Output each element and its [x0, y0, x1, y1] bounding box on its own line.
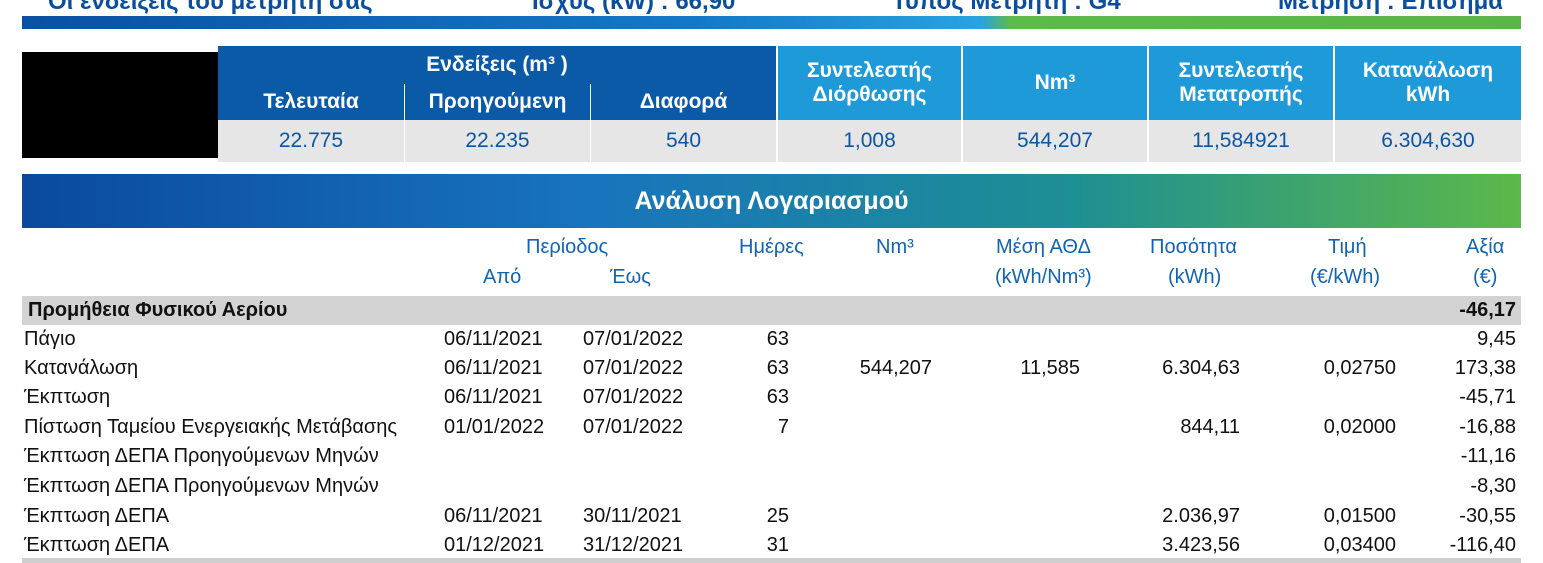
cell-value: -30,55 — [1459, 505, 1516, 527]
cell-from: 06/11/2021 — [444, 357, 543, 379]
val-correction: 1,008 — [778, 120, 961, 162]
val-nm3: 544,207 — [963, 120, 1147, 162]
cell-desc: Έκπτωση — [24, 386, 111, 408]
header-price-unit: (€/kWh) — [1310, 266, 1380, 288]
readings-label: Οι ενδείξεις του μετρητή σας — [48, 0, 373, 15]
cell-from: 06/11/2021 — [444, 386, 543, 408]
header-nm3: Nm³ — [876, 236, 914, 258]
cell-days: 7 — [777, 416, 789, 438]
cell-value: -16,88 — [1459, 416, 1516, 438]
cell-desc: Έκπτωση ΔΕΠΑ — [24, 505, 170, 527]
table-bottom-bar — [22, 558, 1521, 563]
cell-desc: Έκπτωση ΔΕΠΑ — [24, 534, 170, 556]
meter-info-line: Οι ενδείξεις του μετρητή σας Ισχύς (kW) … — [0, 0, 1543, 16]
col-correction-header: Συντελεστής Διόρθωσης — [778, 46, 961, 120]
val-last: 22.775 — [218, 120, 404, 162]
cell-to: 07/01/2022 — [583, 357, 684, 379]
cell-qty: 6.304,63 — [1162, 357, 1240, 379]
header-quantity: Ποσότητα — [1150, 236, 1237, 258]
cell-days: 63 — [766, 328, 789, 350]
header-from: Από — [483, 266, 522, 288]
col-last-header: Τελευταία — [218, 84, 404, 120]
cell-from: 01/12/2021 — [444, 534, 545, 556]
cell-price: 0,01500 — [1323, 505, 1396, 527]
cell-value: -45,71 — [1459, 386, 1516, 408]
header-avg-gcv: Μέση ΑΘΔ — [996, 236, 1091, 258]
cell-gcv: 11,585 — [1020, 357, 1080, 379]
header-quantity-unit: (kWh) — [1168, 266, 1222, 288]
cell-qty: 844,11 — [1180, 416, 1240, 438]
cell-to: 07/01/2022 — [583, 328, 684, 350]
cell-qty: 3.423,56 — [1162, 534, 1240, 556]
cell-value: -116,40 — [1449, 534, 1516, 556]
cell-desc: Έκπτωση ΔΕΠΑ Προηγούμενων Μηνών — [24, 445, 379, 467]
header-to: Έως — [610, 266, 651, 288]
cell-qty: 2.036,97 — [1162, 505, 1240, 527]
cell-value: -8,30 — [1470, 475, 1516, 497]
cell-to: 07/01/2022 — [583, 386, 684, 408]
col-conversion-header: Συντελεστής Μετατροπής — [1149, 46, 1333, 120]
val-consumption: 6.304,630 — [1335, 120, 1521, 162]
cell-desc: Έκπτωση ΔΕΠΑ Προηγούμενων Μηνών — [24, 475, 379, 497]
cell-to: 31/12/2021 — [583, 534, 684, 556]
measurement-label: Μέτρηση : Επίσημα — [1278, 0, 1504, 15]
power-label: Ισχύς (kW) : 66,90 — [532, 0, 736, 15]
cell-desc: Κατανάλωση — [24, 357, 139, 379]
cell-nm3: 544,207 — [859, 357, 932, 379]
cell-days: 63 — [766, 386, 789, 408]
cell-value: -11,16 — [1460, 445, 1516, 467]
top-color-bar — [22, 16, 1521, 29]
cell-from: 06/11/2021 — [444, 328, 543, 350]
cell-price: 0,03400 — [1323, 534, 1396, 556]
analysis-title: Ανάλυση Λογαριασμού — [22, 174, 1521, 228]
section-total: -46,17 — [1459, 299, 1516, 321]
header-value-unit: (€) — [1473, 266, 1498, 288]
section-label: Προμήθεια Φυσικού Αερίου — [28, 299, 288, 321]
col-nm3-header: Nm³ — [963, 46, 1147, 120]
cell-desc: Πάγιο — [24, 328, 76, 350]
cell-to: 30/11/2021 — [583, 505, 682, 527]
col-diff-header: Διαφορά — [591, 84, 776, 120]
cell-price: 0,02750 — [1323, 357, 1396, 379]
redacted-block — [22, 52, 218, 158]
cell-days: 31 — [766, 534, 789, 556]
cell-price: 0,02000 — [1323, 416, 1396, 438]
readings-group-header: Ενδείξεις (m³ ) — [218, 46, 776, 84]
val-previous: 22.235 — [405, 120, 590, 162]
col-previous-header: Προηγούμενη — [405, 84, 590, 120]
cell-days: 63 — [766, 357, 789, 379]
cell-from: 06/11/2021 — [444, 505, 543, 527]
header-price: Τιμή — [1328, 236, 1367, 258]
header-days: Ημέρες — [739, 236, 804, 258]
header-avg-gcv-unit: (kWh/Nm³) — [995, 266, 1092, 288]
val-diff: 540 — [591, 120, 776, 162]
cell-days: 25 — [766, 505, 789, 527]
cell-to: 07/01/2022 — [583, 416, 684, 438]
col-consumption-header: Κατανάλωση kWh — [1335, 46, 1521, 120]
cell-value: 9,45 — [1477, 328, 1516, 350]
meter-type-label: Τύπος Μετρητή : G4 — [892, 0, 1121, 15]
header-value: Αξία — [1466, 236, 1505, 258]
cell-from: 01/01/2022 — [444, 416, 545, 438]
cell-value: 173,38 — [1454, 357, 1516, 379]
cell-desc: Πίστωση Ταμείου Ενεργειακής Μετάβασης — [24, 416, 398, 438]
header-period: Περίοδος — [526, 236, 609, 258]
val-conversion: 11,584921 — [1149, 120, 1333, 162]
